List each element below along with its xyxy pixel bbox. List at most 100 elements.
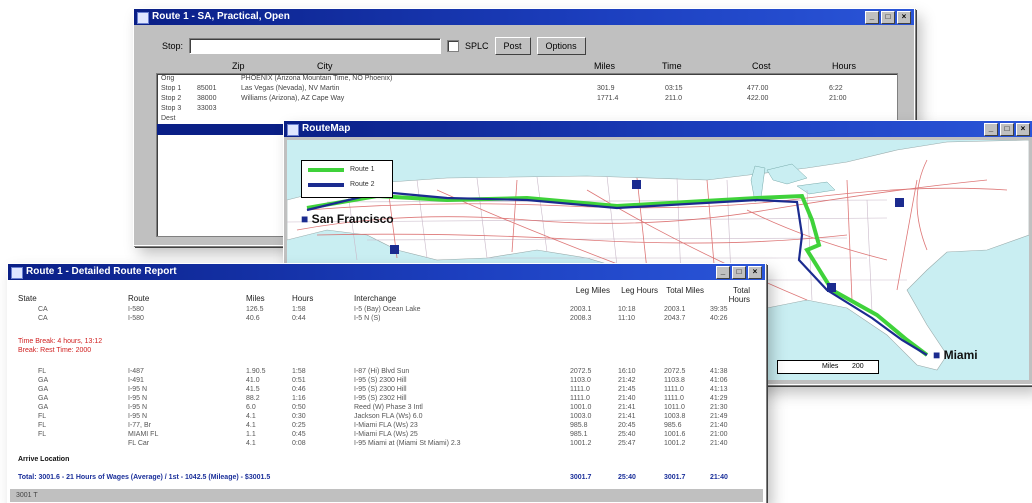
- stop-label: Stop:: [162, 41, 184, 51]
- col-hours: Hours: [832, 61, 857, 71]
- report-cell: I-95 (S) 2302 Hill: [354, 395, 407, 402]
- report-cell: 1103.8: [664, 377, 685, 384]
- app-icon[interactable]: [137, 12, 149, 24]
- report-cell: 1:58: [292, 306, 306, 313]
- stop-row[interactable]: Stop 3 33003: [157, 104, 897, 114]
- options-button[interactable]: Options: [536, 37, 586, 55]
- stop-row[interactable]: Stop 1 85001 Las Vegas (Nevada), NV Mart…: [157, 84, 897, 94]
- map-window-titlebar[interactable]: RouteMap _ □ ×: [284, 121, 1032, 137]
- report-cell: GA: [38, 377, 49, 384]
- report-cell: 1011.0: [664, 404, 685, 411]
- report-cell: I-95 (S) 2300 Hill: [354, 377, 407, 384]
- red-note: Time Break: 4 hours, 13:12: [18, 338, 103, 345]
- report-cell: 1001.2: [664, 440, 686, 447]
- report-cell: 21:42: [618, 377, 636, 384]
- report-close-button[interactable]: ×: [748, 266, 762, 279]
- report-cell: 2003.1: [570, 306, 592, 313]
- route-window-title: Route 1 - SA, Practical, Open: [152, 11, 290, 22]
- report-cell: GA: [38, 404, 49, 411]
- report-maximize-button[interactable]: □: [732, 266, 746, 279]
- report-cell: 21:40: [710, 422, 728, 429]
- report-cell: 41:13: [710, 386, 728, 393]
- report-cell: I-95 (S) 2300 Hill: [354, 386, 407, 393]
- report-cell: 1103.0: [570, 377, 591, 384]
- report-cell: 40:26: [710, 315, 728, 322]
- report-cell: 2003.1: [664, 306, 686, 313]
- report-cell: I-580: [128, 306, 144, 313]
- report-cell: 0:44: [292, 315, 306, 322]
- hdr-leg-miles: Leg Miles: [575, 286, 610, 295]
- route-grid-header: Zip City Miles Time Cost Hours: [222, 61, 882, 73]
- report-cell: 1111.0: [664, 395, 684, 402]
- report-cell: 21:45: [618, 386, 636, 393]
- splc-label: SPLC: [465, 41, 489, 51]
- summary-value: 21:40: [710, 474, 728, 481]
- report-window-titlebar[interactable]: Route 1 - Detailed Route Report _ □ ×: [8, 264, 765, 280]
- map-legend: Route 1 Route 2: [301, 160, 393, 198]
- hdr-route: Route: [128, 294, 150, 303]
- route-window-titlebar[interactable]: Route 1 - SA, Practical, Open _ □ ×: [134, 9, 914, 25]
- report-cell: GA: [38, 386, 49, 393]
- report-cell: 1.1: [246, 431, 256, 438]
- report-cell: 0:30: [292, 413, 306, 420]
- stop-row[interactable]: Stop 2 38000 Williams (Arizona), AZ Cape…: [157, 94, 897, 104]
- report-cell: I-95 N: [128, 386, 148, 393]
- post-button[interactable]: Post: [494, 37, 531, 55]
- report-cell: 41:29: [710, 395, 728, 402]
- report-cell: GA: [38, 395, 49, 402]
- report-cell: 39:35: [710, 306, 728, 313]
- col-zip: Zip: [232, 61, 245, 71]
- report-cell: Jackson FLA (Ws) 6.0: [354, 413, 423, 420]
- report-cell: FL: [38, 431, 47, 438]
- report-cell: FL: [38, 413, 47, 420]
- report-cell: I-95 N: [128, 404, 148, 411]
- destination-label: ■ Miami: [933, 348, 978, 362]
- map-close-button[interactable]: ×: [1016, 123, 1030, 136]
- report-cell: I-5 N (S): [354, 315, 381, 322]
- report-cell: 985.8: [570, 422, 588, 429]
- hdr-total-hours: Total Hours: [728, 286, 750, 304]
- report-cell: 1001.2: [570, 440, 592, 447]
- report-cell: 40.6: [246, 315, 260, 322]
- report-cell: 21:40: [710, 440, 728, 447]
- report-cell: 1003.0: [570, 413, 592, 420]
- report-cell: 1:16: [292, 395, 306, 402]
- stop-row[interactable]: Orig PHOENIX (Arizona Mountain Time, NO …: [157, 74, 897, 84]
- minimize-button[interactable]: _: [865, 11, 879, 24]
- report-cell: 0:51: [292, 377, 306, 384]
- splc-checkbox[interactable]: [447, 40, 460, 52]
- summary-value: 3001.7: [664, 474, 686, 481]
- stop-input[interactable]: [189, 38, 442, 54]
- maximize-button[interactable]: □: [881, 11, 895, 24]
- report-cell: 4.1: [246, 422, 256, 429]
- report-cell: 4.1: [246, 413, 256, 420]
- report-cell: 20:45: [618, 422, 636, 429]
- map-maximize-button[interactable]: □: [1000, 123, 1014, 136]
- map-window-title: RouteMap: [302, 123, 351, 134]
- report-cell: 1003.8: [664, 413, 686, 420]
- legend-item-route1: Route 1: [308, 166, 375, 173]
- report-app-icon[interactable]: [11, 267, 23, 279]
- map-minimize-button[interactable]: _: [984, 123, 998, 136]
- report-cell: 0:46: [292, 386, 306, 393]
- report-body: State Route Miles Hours Interchange Leg …: [10, 282, 763, 488]
- scale-bar: Miles 200: [777, 360, 879, 374]
- report-cell: FL Car: [128, 440, 150, 447]
- report-cell: I-580: [128, 315, 144, 322]
- report-cell: CA: [38, 306, 48, 313]
- report-cell: 21:49: [710, 413, 728, 420]
- report-cell: 1:58: [292, 368, 306, 375]
- report-cell: 985.1: [570, 431, 588, 438]
- report-minimize-button[interactable]: _: [716, 266, 730, 279]
- report-cell: I-77, Br: [128, 422, 151, 429]
- report-cell: 6.0: [246, 404, 256, 411]
- report-cell: I-491: [128, 377, 144, 384]
- map-app-icon[interactable]: [287, 124, 299, 136]
- report-window: Route 1 - Detailed Route Report _ □ × St…: [7, 263, 766, 503]
- report-cell: 21:41: [618, 404, 636, 411]
- report-cell: 1111.0: [570, 386, 590, 393]
- report-cell: 41:38: [710, 368, 728, 375]
- hdr-interchange: Interchange: [354, 294, 397, 303]
- close-button[interactable]: ×: [897, 11, 911, 24]
- col-cost: Cost: [752, 61, 771, 71]
